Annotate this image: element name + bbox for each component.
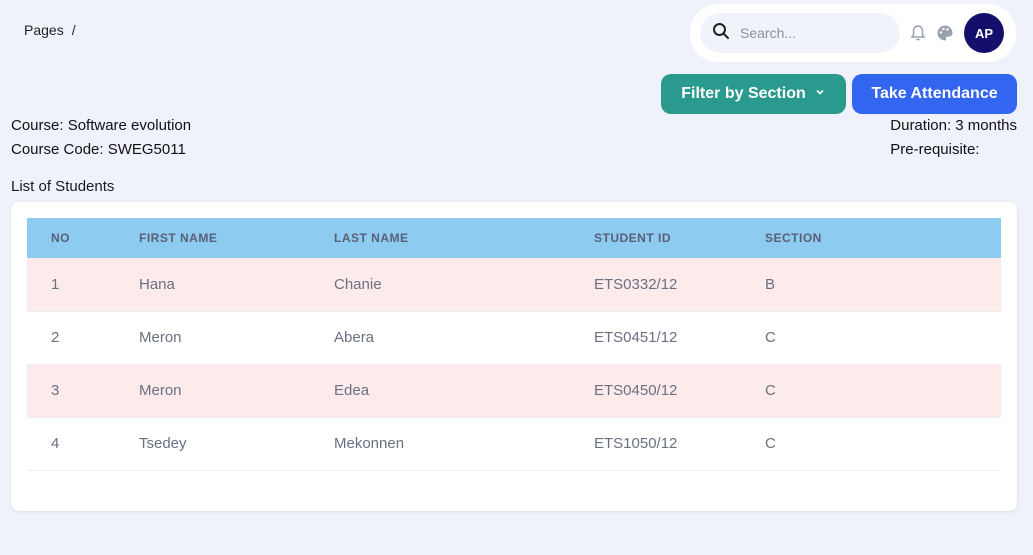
cell-student-id: ETS0451/12 — [594, 311, 765, 365]
table-row[interactable]: 2 Meron Abera ETS0451/12 C — [27, 311, 1001, 365]
cell-no: 1 — [27, 258, 139, 312]
cell-first-name: Meron — [139, 311, 334, 365]
cell-no: 3 — [27, 364, 139, 418]
breadcrumb-separator: / — [71, 22, 76, 38]
table-row[interactable]: 1 Hana Chanie ETS0332/12 B — [27, 258, 1001, 312]
palette-icon[interactable] — [936, 24, 954, 42]
cell-no: 2 — [27, 311, 139, 365]
course-prerequisite: Pre-requisite: — [890, 141, 980, 158]
table-row[interactable]: 4 Tsedey Mekonnen ETS1050/12 C — [27, 417, 1001, 471]
cell-student-id: ETS1050/12 — [594, 417, 765, 471]
students-table: NO FIRST NAME LAST NAME STUDENT ID SECTI… — [27, 218, 1001, 471]
course-info: Course: Software evolution Course Code: … — [11, 114, 191, 162]
table-header-row: NO FIRST NAME LAST NAME STUDENT ID SECTI… — [27, 218, 1001, 258]
course-meta: Duration: 3 months Pre-requisite: — [890, 114, 1017, 162]
students-list-title: List of Students — [11, 178, 115, 195]
course-name: Course: Software evolution — [11, 117, 192, 134]
filter-by-section-button[interactable]: Filter by Section — [661, 74, 846, 114]
column-header-last-name[interactable]: LAST NAME — [334, 218, 594, 258]
cell-section: C — [765, 364, 1001, 418]
column-header-section[interactable]: SECTION — [765, 218, 1001, 258]
column-header-no[interactable]: NO — [27, 218, 139, 258]
top-toolbar: AP — [690, 4, 1016, 62]
cell-first-name: Tsedey — [139, 417, 334, 471]
avatar[interactable]: AP — [964, 13, 1004, 53]
search-icon — [712, 22, 730, 45]
cell-first-name: Hana — [139, 258, 334, 312]
bell-icon[interactable] — [910, 24, 926, 42]
cell-first-name: Meron — [139, 364, 334, 418]
cell-section: B — [765, 258, 1001, 312]
search-box — [700, 13, 900, 53]
course-code: Course Code: SWEG5011 — [11, 141, 186, 158]
filter-button-label: Filter by Section — [681, 85, 806, 102]
breadcrumb: Pages / — [24, 22, 76, 38]
students-card: NO FIRST NAME LAST NAME STUDENT ID SECTI… — [11, 202, 1017, 511]
cell-section: C — [765, 417, 1001, 471]
search-input[interactable] — [740, 25, 890, 41]
cell-student-id: ETS0450/12 — [594, 364, 765, 418]
cell-last-name: Edea — [334, 364, 594, 418]
cell-student-id: ETS0332/12 — [594, 258, 765, 312]
course-duration: Duration: 3 months — [890, 117, 1017, 134]
cell-section: C — [765, 311, 1001, 365]
chevron-down-icon — [814, 85, 826, 103]
column-header-student-id[interactable]: STUDENT ID — [594, 218, 765, 258]
cell-no: 4 — [27, 417, 139, 471]
column-header-first-name[interactable]: FIRST NAME — [139, 218, 334, 258]
table-row[interactable]: 3 Meron Edea ETS0450/12 C — [27, 364, 1001, 418]
cell-last-name: Mekonnen — [334, 417, 594, 471]
breadcrumb-root[interactable]: Pages — [24, 22, 64, 38]
take-attendance-button[interactable]: Take Attendance — [852, 74, 1017, 114]
cell-last-name: Chanie — [334, 258, 594, 312]
cell-last-name: Abera — [334, 311, 594, 365]
